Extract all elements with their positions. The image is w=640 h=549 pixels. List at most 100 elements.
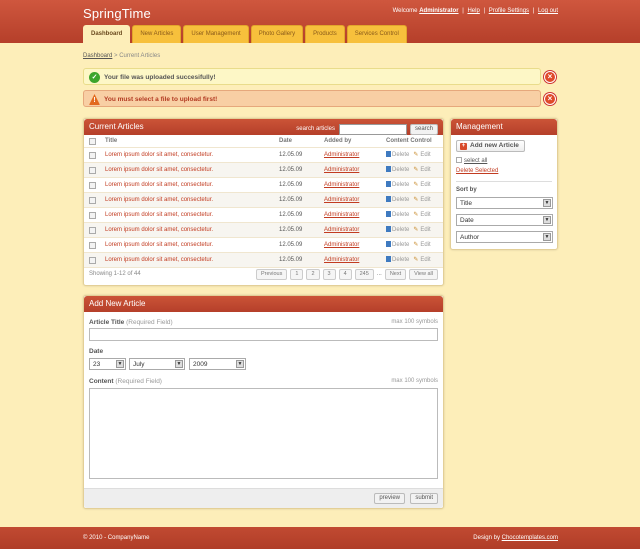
tab-products[interactable]: Products: [305, 25, 345, 43]
delete-action[interactable]: Delete: [386, 226, 409, 233]
add-article-header: Add New Article: [84, 296, 443, 312]
article-title-link[interactable]: Lorem ipsum dolor sit amet, consectetur.: [105, 163, 213, 178]
page-1-button[interactable]: 1: [290, 269, 304, 280]
row-checkbox[interactable]: [89, 242, 96, 249]
close-success-icon[interactable]: ×: [544, 71, 556, 83]
edit-action[interactable]: ✎ Edit: [409, 227, 430, 233]
row-checkbox[interactable]: [89, 152, 96, 159]
delete-action[interactable]: Delete: [386, 241, 409, 248]
sort-select-date[interactable]: Date ▼: [456, 214, 553, 226]
delete-action[interactable]: Delete: [386, 211, 409, 218]
page-3-button[interactable]: 3: [322, 269, 336, 280]
submit-button[interactable]: submit: [410, 493, 438, 504]
plus-icon: +: [460, 143, 467, 150]
previous-page-button[interactable]: Previous: [255, 269, 288, 280]
edit-action[interactable]: ✎ Edit: [409, 197, 430, 203]
month-select[interactable]: July ▼: [129, 358, 185, 370]
trash-icon: [386, 196, 391, 202]
profile-settings-link[interactable]: Profile Settings: [489, 8, 529, 14]
dropdown-arrow-icon: ▼: [116, 360, 124, 368]
trash-icon: [386, 151, 391, 157]
day-select[interactable]: 23 ▼: [89, 358, 126, 370]
next-page-button[interactable]: Next: [384, 269, 407, 280]
preview-button[interactable]: preview: [374, 493, 405, 504]
last-page-button[interactable]: 245: [354, 269, 374, 280]
article-author-link[interactable]: Administrator: [324, 223, 359, 238]
designer-link[interactable]: Chocotemplates.com: [502, 535, 558, 541]
trash-icon: [386, 166, 391, 172]
help-link[interactable]: Help: [467, 8, 479, 14]
article-title-link[interactable]: Lorem ipsum dolor sit amet, consectetur.: [105, 238, 213, 253]
sort-select-value: Author: [460, 234, 480, 241]
page-4-button[interactable]: 4: [338, 269, 352, 280]
header: SpringTime Welcome Administrator | Help …: [0, 0, 640, 43]
current-articles-header: Current Articles search articles search: [84, 119, 443, 135]
logout-link[interactable]: Log out: [538, 8, 558, 14]
current-articles-panel: Current Articles search articles search …: [83, 118, 444, 286]
article-author-link[interactable]: Administrator: [324, 238, 359, 253]
table-row: Lorem ipsum dolor sit amet, consectetur.…: [84, 238, 443, 253]
article-title-link[interactable]: Lorem ipsum dolor sit amet, consectetur.: [105, 208, 213, 223]
article-author-link[interactable]: Administrator: [324, 163, 359, 178]
article-author-link[interactable]: Administrator: [324, 193, 359, 208]
search-button[interactable]: search: [409, 123, 438, 135]
pencil-icon: ✎: [413, 197, 419, 203]
pencil-icon: ✎: [413, 227, 419, 233]
add-article-button[interactable]: + Add new Article: [456, 140, 525, 152]
management-panel: Management + Add new Article select all D…: [450, 118, 558, 250]
row-checkbox[interactable]: [89, 197, 96, 204]
article-date: 12.05.09: [279, 152, 303, 158]
edit-action[interactable]: ✎ Edit: [409, 167, 430, 173]
tab-photo-gallery[interactable]: Photo Gallery: [250, 25, 304, 43]
article-author-link[interactable]: Administrator: [324, 208, 359, 223]
page-2-button[interactable]: 2: [306, 269, 320, 280]
row-checkbox[interactable]: [89, 167, 96, 174]
select-all-control[interactable]: select all: [456, 157, 487, 164]
article-title-link[interactable]: Lorem ipsum dolor sit amet, consectetur.: [105, 178, 213, 193]
article-title-input[interactable]: [89, 328, 438, 341]
article-author-link[interactable]: Administrator: [324, 148, 359, 163]
tab-dashboard[interactable]: Dashboard: [83, 25, 131, 43]
article-title-link[interactable]: Lorem ipsum dolor sit amet, consectetur.: [105, 148, 213, 163]
table-row: Lorem ipsum dolor sit amet, consectetur.…: [84, 178, 443, 193]
delete-action[interactable]: Delete: [386, 181, 409, 188]
logo: SpringTime: [83, 6, 151, 21]
delete-action[interactable]: Delete: [386, 151, 409, 158]
title-max-note: max 100 symbols: [391, 319, 438, 325]
content-textarea[interactable]: [89, 388, 438, 479]
edit-action[interactable]: ✎ Edit: [409, 152, 430, 158]
close-error-icon[interactable]: ×: [544, 93, 556, 105]
view-all-button[interactable]: View all: [409, 269, 438, 280]
row-checkbox[interactable]: [89, 182, 96, 189]
year-select[interactable]: 2009 ▼: [189, 358, 246, 370]
tab-user-management[interactable]: User Management: [183, 25, 249, 43]
delete-action[interactable]: Delete: [386, 196, 409, 203]
current-user-link[interactable]: Administrator: [419, 8, 458, 14]
select-all-link[interactable]: select all: [464, 158, 487, 164]
edit-label: Edit: [420, 167, 431, 173]
edit-action[interactable]: ✎ Edit: [409, 257, 430, 263]
article-title-link[interactable]: Lorem ipsum dolor sit amet, consectetur.: [105, 193, 213, 208]
select-all-checkbox[interactable]: [89, 138, 96, 145]
delete-action[interactable]: Delete: [386, 256, 409, 263]
article-author-link[interactable]: Administrator: [324, 178, 359, 193]
sort-select-author[interactable]: Author ▼: [456, 231, 553, 243]
article-title-link[interactable]: Lorem ipsum dolor sit amet, consectetur.: [105, 223, 213, 238]
table-row: Lorem ipsum dolor sit amet, consectetur.…: [84, 208, 443, 223]
delete-selected-link[interactable]: Delete Selected: [456, 168, 498, 174]
row-checkbox[interactable]: [89, 227, 96, 234]
breadcrumb-dashboard-link[interactable]: Dashboard: [83, 53, 112, 59]
edit-action[interactable]: ✎ Edit: [409, 212, 430, 218]
select-all-checkbox[interactable]: [456, 157, 462, 163]
edit-action[interactable]: ✎ Edit: [409, 242, 430, 248]
success-message: ✓ Your file was uploaded succesifully!: [83, 68, 541, 85]
row-checkbox[interactable]: [89, 212, 96, 219]
tab-services-control[interactable]: Services Control: [346, 25, 407, 43]
edit-action[interactable]: ✎ Edit: [409, 182, 430, 188]
tab-new-articles[interactable]: New Articles: [132, 25, 182, 43]
search-input[interactable]: [338, 123, 407, 135]
sort-select-title[interactable]: Title ▼: [456, 197, 553, 209]
row-checkbox[interactable]: [89, 257, 96, 264]
pencil-icon: ✎: [413, 152, 419, 158]
delete-action[interactable]: Delete: [386, 166, 409, 173]
